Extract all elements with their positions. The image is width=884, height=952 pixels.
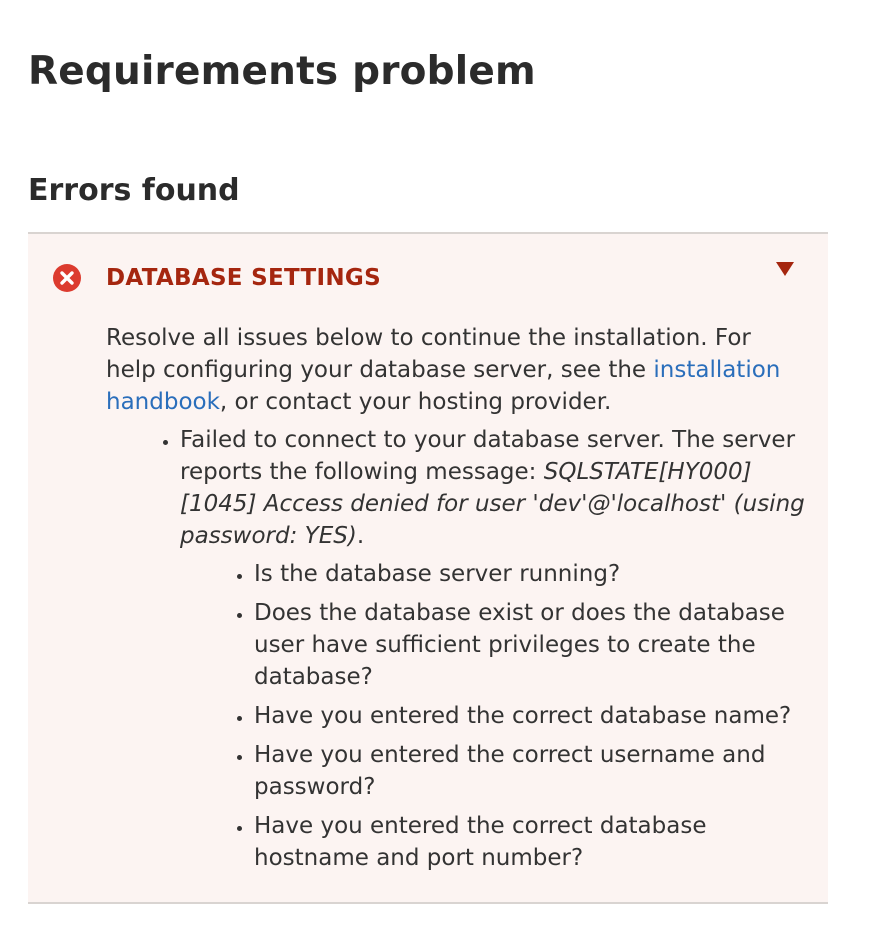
checks-list: Is the database server running? Does the… <box>180 558 806 874</box>
triangle-down-icon[interactable] <box>776 262 794 276</box>
error-x-circle-icon <box>53 264 81 292</box>
check-item: Have you entered the correct database na… <box>254 700 806 732</box>
intro-text-after-link: , or contact your hosting provider. <box>219 389 612 415</box>
check-item: Is the database server running? <box>254 558 806 590</box>
failure-item: Failed to connect to your database serve… <box>180 424 806 874</box>
errors-heading: Errors found <box>28 173 240 208</box>
page-title: Requirements problem <box>28 49 536 94</box>
check-item: Have you entered the correct username an… <box>254 739 806 803</box>
database-settings-panel: DATABASE SETTINGS Resolve all issues bel… <box>28 232 828 904</box>
failure-text-end: . <box>356 523 365 549</box>
failure-list: Failed to connect to your database serve… <box>106 424 806 874</box>
panel-title: DATABASE SETTINGS <box>106 265 381 291</box>
panel-intro: Resolve all issues below to continue the… <box>106 322 806 418</box>
check-item: Does the database exist or does the data… <box>254 597 806 693</box>
check-item: Have you entered the correct database ho… <box>254 810 806 874</box>
panel-body: Resolve all issues below to continue the… <box>106 322 806 881</box>
